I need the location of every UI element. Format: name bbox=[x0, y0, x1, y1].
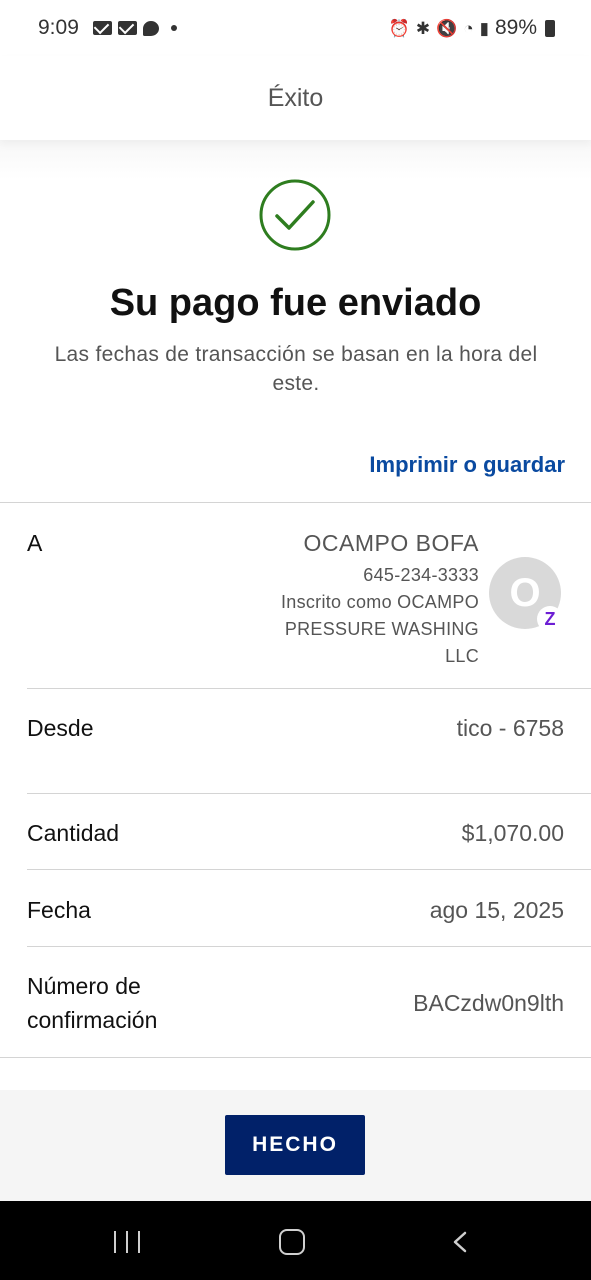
divider bbox=[27, 946, 591, 947]
status-left: 9:09 bbox=[38, 16, 177, 40]
more-notifications-icon bbox=[170, 25, 177, 31]
bluetooth-icon: ✱ bbox=[415, 18, 431, 38]
divider bbox=[27, 869, 591, 870]
divider bbox=[27, 793, 591, 794]
recipient-name: OCAMPO BOFA bbox=[303, 530, 479, 556]
battery-icon bbox=[545, 19, 555, 37]
page-title: Éxito bbox=[267, 83, 324, 112]
recipient-enrolled-line: Inscrito como OCAMPO bbox=[280, 592, 479, 612]
to-label: A bbox=[27, 530, 43, 556]
confirmation-number-label: Número de bbox=[27, 973, 141, 999]
from-label: Desde bbox=[27, 715, 94, 741]
notification-icons bbox=[92, 20, 177, 36]
timezone-note: Las fechas de transacción se basan en la… bbox=[54, 343, 538, 395]
zelle-icon: Z bbox=[537, 606, 563, 632]
signal-icon: ▮ bbox=[479, 18, 489, 38]
success-check-icon bbox=[259, 179, 331, 251]
divider bbox=[0, 1057, 591, 1058]
recipient-enrolled-line: LLC bbox=[445, 646, 479, 666]
chat-icon bbox=[142, 20, 159, 36]
back-icon[interactable] bbox=[452, 1231, 468, 1253]
print-or-save-link[interactable]: Imprimir o guardar bbox=[369, 452, 565, 478]
mute-icon: 🔇 bbox=[436, 18, 458, 38]
alarm-icon: ⏰ bbox=[388, 18, 410, 38]
battery-percent: 89% bbox=[494, 16, 537, 39]
amount-label: Cantidad bbox=[27, 820, 120, 846]
mail-icon bbox=[92, 21, 112, 35]
status-right: ⏰ ✱ 🔇 ◔ ▮ 89% bbox=[389, 16, 555, 40]
from-account: tico - 6758 bbox=[456, 715, 564, 741]
recent-apps-icon[interactable] bbox=[114, 1231, 140, 1253]
success-headline: Su pago fue enviado bbox=[109, 282, 482, 324]
recipient-phone: 645-234-3333 bbox=[363, 565, 479, 585]
mail-icon bbox=[117, 21, 137, 35]
home-icon[interactable] bbox=[279, 1229, 305, 1255]
divider bbox=[27, 688, 591, 689]
status-bar: 9:09 ⏰ ✱ 🔇 ◔ ▮ 89% bbox=[0, 0, 591, 56]
status-time: 9:09 bbox=[38, 16, 79, 39]
wifi-icon: ◔ bbox=[463, 18, 474, 38]
system-nav-bar bbox=[0, 1201, 591, 1280]
divider bbox=[0, 502, 591, 503]
amount-value: $1,070.00 bbox=[461, 820, 564, 846]
recipient-enrolled-line: PRESSURE WASHING bbox=[284, 619, 479, 639]
app-header: Éxito bbox=[0, 56, 591, 140]
date-value: ago 15, 2025 bbox=[429, 897, 564, 923]
done-button[interactable]: HECHO bbox=[225, 1115, 365, 1175]
footer: HECHO bbox=[0, 1090, 591, 1201]
confirmation-number-label: confirmación bbox=[27, 1007, 158, 1033]
confirmation-content: Su pago fue enviado Las fechas de transa… bbox=[0, 140, 591, 1090]
confirmation-number-value: BACzdw0n9lth bbox=[413, 990, 564, 1016]
date-label: Fecha bbox=[27, 897, 91, 923]
